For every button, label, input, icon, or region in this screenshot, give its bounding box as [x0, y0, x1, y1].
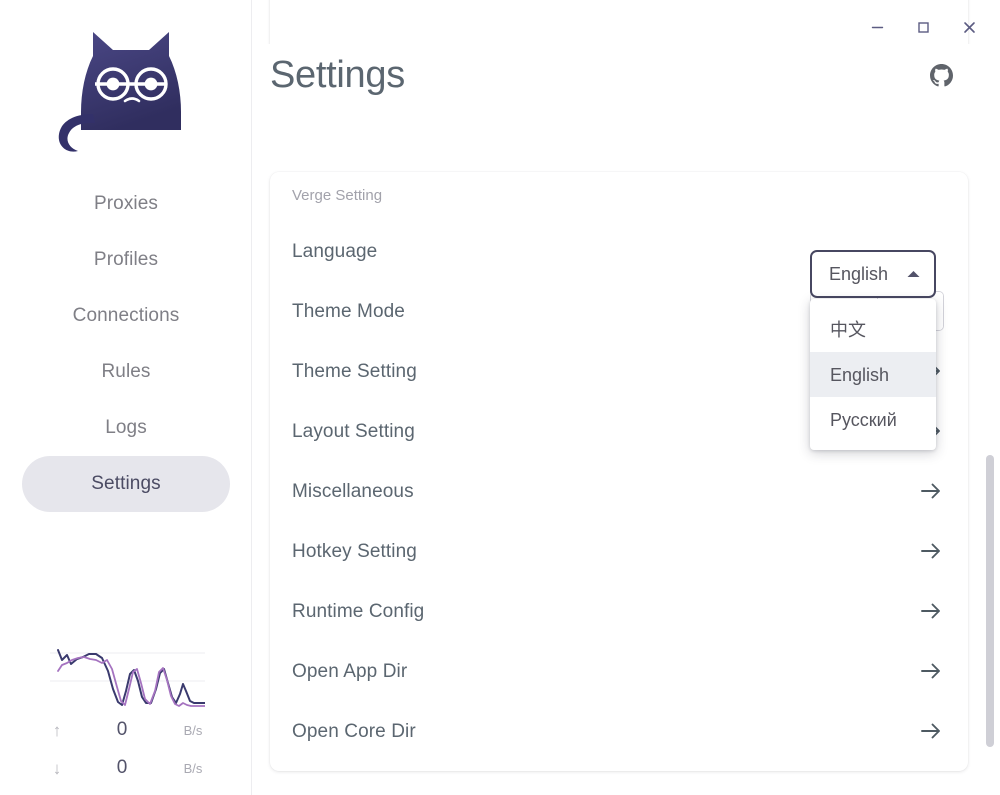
sidebar-item-proxies[interactable]: Proxies: [22, 176, 230, 232]
language-select-value: English: [829, 265, 888, 283]
setting-label: Runtime Config: [292, 602, 424, 621]
traffic-sparkline-chart: [50, 639, 205, 711]
sidebar-item-label: Settings: [91, 473, 160, 495]
setting-label: Hotkey Setting: [292, 542, 417, 561]
sidebar-item-logs[interactable]: Logs: [22, 400, 230, 456]
maximize-button[interactable]: [900, 10, 946, 44]
download-arrow-icon: ↓: [40, 760, 74, 777]
window-controls: [854, 10, 992, 44]
github-icon[interactable]: [924, 58, 958, 92]
chevron-up-icon: [906, 269, 921, 279]
upload-value: 0: [74, 719, 170, 741]
setting-label: Theme Mode: [292, 302, 405, 321]
setting-row-open-core-dir[interactable]: Open Core Dir: [270, 701, 968, 761]
title-bar: Settings: [252, 44, 1000, 106]
sidebar-item-label: Logs: [105, 417, 147, 439]
arrow-right-icon[interactable]: [918, 478, 944, 504]
verge-setting-header: Verge Setting: [270, 188, 968, 207]
upload-arrow-icon: ↑: [40, 722, 74, 739]
language-option-english[interactable]: English: [810, 352, 936, 397]
sidebar-item-label: Proxies: [94, 193, 158, 215]
vertical-scrollbar[interactable]: [986, 0, 994, 795]
sidebar-item-settings[interactable]: Settings: [22, 456, 230, 512]
sidebar-nav: Proxies Profiles Connections Rules Logs …: [0, 176, 252, 512]
minimize-button[interactable]: [854, 10, 900, 44]
cat-logo-icon: [51, 26, 201, 158]
scrollbar-thumb[interactable]: [986, 455, 994, 747]
sidebar-item-label: Rules: [101, 361, 150, 383]
download-value: 0: [74, 757, 170, 779]
page-title: Settings: [270, 56, 405, 94]
app-window: Proxies Profiles Connections Rules Logs …: [0, 0, 1000, 795]
setting-row-miscellaneous[interactable]: Miscellaneous: [270, 461, 968, 521]
arrow-right-icon[interactable]: [918, 598, 944, 624]
sidebar-item-label: Profiles: [94, 249, 158, 271]
setting-row-runtime-config[interactable]: Runtime Config: [270, 581, 968, 641]
language-select: English 中文 English Русский: [810, 250, 936, 298]
language-option-chinese[interactable]: 中文: [810, 307, 936, 352]
traffic-download-row: ↓ 0 B/s: [40, 749, 216, 787]
sidebar-item-connections[interactable]: Connections: [22, 288, 230, 344]
traffic-upload-row: ↑ 0 B/s: [40, 711, 216, 749]
setting-label: Open App Dir: [292, 662, 407, 681]
main-content: Silent Start Verge Setting Language: [252, 0, 1000, 795]
setting-label: Miscellaneous: [292, 482, 414, 501]
close-button[interactable]: [946, 10, 992, 44]
setting-row-open-app-dir[interactable]: Open App Dir: [270, 641, 968, 701]
language-option-russian[interactable]: Русский: [810, 397, 936, 442]
sidebar-item-rules[interactable]: Rules: [22, 344, 230, 400]
language-select-button[interactable]: English: [810, 250, 936, 298]
language-options-menu: 中文 English Русский: [810, 299, 936, 450]
sidebar-item-profiles[interactable]: Profiles: [22, 232, 230, 288]
setting-label: Theme Setting: [292, 362, 417, 381]
setting-label: Open Core Dir: [292, 722, 416, 741]
arrow-right-icon[interactable]: [918, 718, 944, 744]
app-logo: [46, 22, 206, 162]
setting-label: Layout Setting: [292, 422, 415, 441]
upload-unit: B/s: [170, 723, 216, 738]
sidebar-item-label: Connections: [73, 305, 180, 327]
sidebar: Proxies Profiles Connections Rules Logs …: [0, 0, 252, 795]
arrow-right-icon[interactable]: [918, 658, 944, 684]
setting-row-hotkey-setting[interactable]: Hotkey Setting: [270, 521, 968, 581]
download-unit: B/s: [170, 761, 216, 776]
arrow-right-icon[interactable]: [918, 538, 944, 564]
traffic-widget: ↑ 0 B/s ↓ 0 B/s: [0, 639, 252, 795]
setting-label: Language: [292, 242, 377, 261]
